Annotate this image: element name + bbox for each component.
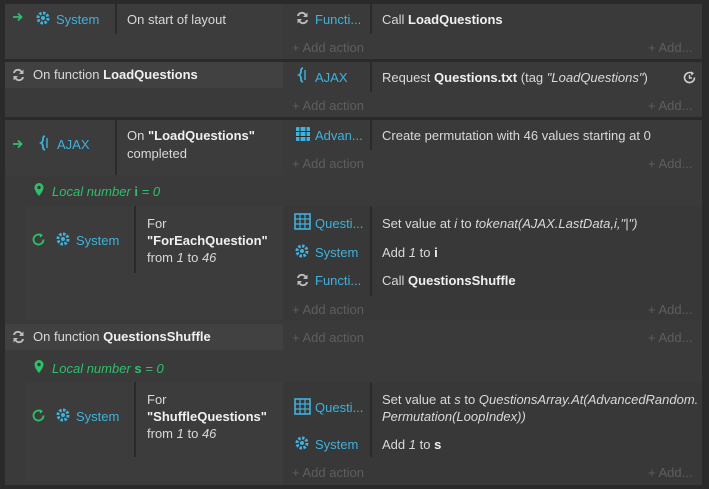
add-more-link[interactable]: + Add...	[648, 156, 692, 171]
add-more-link[interactable]: + Add...	[648, 98, 692, 113]
function-loop-icon	[294, 10, 311, 29]
add-action-link[interactable]: + Add action	[292, 465, 364, 480]
action-set-value-permutation-line2[interactable]: Permutation(LoopIndex))	[382, 409, 526, 424]
condition-object-system[interactable]: System	[76, 409, 119, 424]
location-pin-icon	[33, 359, 45, 377]
add-more-link[interactable]: + Add...	[648, 40, 692, 55]
array-grid-icon	[294, 213, 311, 233]
function-header-title[interactable]: On function QuestionsShuffle	[33, 329, 211, 344]
add-action-link[interactable]: + Add action	[292, 40, 364, 55]
action-set-value-tokenat[interactable]: Set value at i to tokenat(AJAX.LastData,…	[382, 216, 637, 231]
for-range[interactable]: from 1 to 46	[147, 250, 216, 265]
for-label[interactable]: For	[147, 216, 167, 231]
system-gear-icon	[294, 243, 310, 262]
system-gear-icon	[35, 10, 51, 29]
action-call-loadquestions[interactable]: Call LoadQuestions	[382, 12, 503, 27]
condition-object-system[interactable]: System	[76, 233, 119, 248]
loop-icon	[31, 232, 46, 250]
trigger-arrow-icon	[12, 138, 24, 153]
async-refresh-icon	[682, 70, 697, 88]
ajax-icon	[296, 67, 308, 86]
local-variable-i[interactable]: Local number i = 0	[52, 184, 160, 199]
action-object-ajax[interactable]: AJAX	[315, 70, 348, 85]
condition-object-ajax[interactable]: AJAX	[57, 137, 90, 152]
action-object-function[interactable]: Functi...	[315, 273, 361, 288]
system-gear-icon	[294, 435, 310, 454]
add-action-link[interactable]: + Add action	[292, 330, 364, 345]
add-action-link[interactable]: + Add action	[292, 98, 364, 113]
separator	[134, 382, 136, 457]
action-object-questionsarray[interactable]: Questi...	[315, 216, 363, 231]
loop-icon	[31, 408, 46, 426]
separator	[370, 120, 372, 150]
for-loop-name[interactable]: "ShuffleQuestions"	[147, 409, 267, 424]
separator	[115, 120, 117, 175]
condition-on-completed-line1[interactable]: On "LoadQuestions"	[127, 128, 255, 143]
separator	[370, 62, 372, 92]
for-label[interactable]: For	[147, 392, 167, 407]
advanced-random-icon	[295, 126, 311, 145]
action-add-to-s[interactable]: Add 1 to s	[382, 437, 441, 452]
for-loop-name[interactable]: "ForEachQuestion"	[147, 233, 268, 248]
action-object-system[interactable]: System	[315, 437, 358, 452]
condition-object-system[interactable]: System	[56, 12, 99, 27]
for-range[interactable]: from 1 to 46	[147, 426, 216, 441]
separator	[370, 4, 372, 34]
function-header-title[interactable]: On function LoadQuestions	[33, 67, 198, 82]
function-loop-icon	[10, 67, 27, 86]
condition-on-completed-line2[interactable]: completed	[127, 146, 187, 161]
local-variable-s[interactable]: Local number s = 0	[52, 361, 164, 376]
action-create-permutation[interactable]: Create permutation with 46 values starti…	[382, 128, 651, 143]
action-request-file[interactable]: Request Questions.txt (tag "LoadQuestion…	[382, 70, 648, 85]
ajax-icon	[38, 135, 50, 154]
trigger-arrow-icon	[12, 11, 24, 26]
separator	[370, 206, 372, 296]
action-add-to-i[interactable]: Add 1 to i	[382, 245, 438, 260]
system-gear-icon	[55, 231, 71, 250]
add-more-link[interactable]: + Add...	[648, 465, 692, 480]
add-more-link[interactable]: + Add...	[648, 302, 692, 317]
action-object-function[interactable]: Functi...	[315, 12, 361, 27]
condition-text[interactable]: On start of layout	[127, 12, 226, 27]
action-object-advancedrandom[interactable]: Advan...	[315, 128, 363, 143]
location-pin-icon	[33, 182, 45, 200]
array-grid-icon	[294, 398, 311, 418]
action-set-value-permutation-line1[interactable]: Set value at s to QuestionsArray.At(Adva…	[382, 392, 698, 407]
add-action-link[interactable]: + Add action	[292, 156, 364, 171]
action-object-questionsarray[interactable]: Questi...	[315, 400, 363, 415]
function-loop-icon	[294, 272, 311, 291]
function-loop-icon	[10, 329, 27, 348]
system-gear-icon	[55, 407, 71, 426]
separator	[370, 382, 372, 457]
action-object-system[interactable]: System	[315, 245, 358, 260]
action-call-questionsshuffle[interactable]: Call QuestionsShuffle	[382, 273, 516, 288]
add-action-link[interactable]: + Add action	[292, 302, 364, 317]
separator	[115, 4, 117, 34]
separator	[134, 206, 136, 273]
add-more-link[interactable]: + Add...	[648, 330, 692, 345]
